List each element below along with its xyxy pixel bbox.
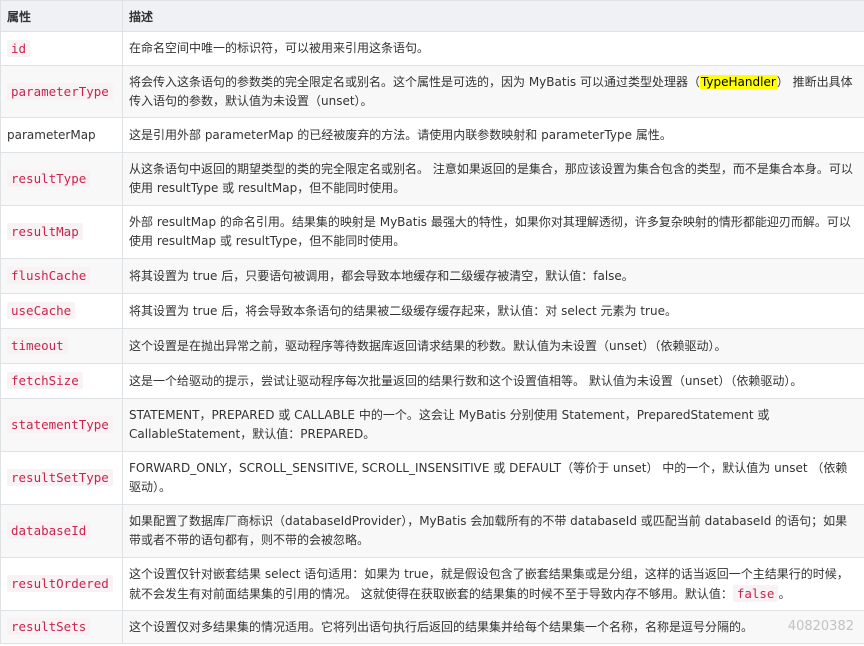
attr-description: 将其设置为 true 后，将会导致本条语句的结果被二级缓存缓存起来，默认值：对 … xyxy=(129,303,677,318)
attr-name: timeout xyxy=(7,337,68,354)
desc-cell: 在命名空间中唯一的标识符，可以被用来引用这条语句。 xyxy=(122,31,864,66)
desc-cell: 如果配置了数据库厂商标识（databaseIdProvider），MyBatis… xyxy=(122,504,864,558)
attr-name: parameterType xyxy=(7,82,113,100)
attr-description: FORWARD_ONLY，SCROLL_SENSITIVE, SCROLL_IN… xyxy=(129,461,848,494)
attr-name: parameterMap xyxy=(7,127,96,142)
table-row: resultType 从这条语句中返回的期望类型的类的完全限定名或别名。 注意如… xyxy=(0,152,864,206)
attr-cell: resultOrdered xyxy=(0,557,123,611)
attr-cell: useCache xyxy=(0,293,123,329)
attr-description: 这是引用外部 parameterMap 的已经被废弃的方法。请使用内联参数映射和… xyxy=(129,127,672,142)
desc-cell: 这是引用外部 parameterMap 的已经被废弃的方法。请使用内联参数映射和… xyxy=(122,117,864,153)
attr-name: statementType xyxy=(7,416,113,433)
attr-cell: resultSets xyxy=(0,610,123,644)
table-row: resultMap 外部 resultMap 的命名引用。结果集的映射是 MyB… xyxy=(0,205,864,259)
desc-cell: 这个设置是在抛出异常之前，驱动程序等待数据库返回请求结果的秒数。默认值为未设置（… xyxy=(122,328,864,364)
inline-code-value: false xyxy=(732,584,779,602)
attr-cell: resultSetType xyxy=(0,451,123,505)
attr-cell: flushCache xyxy=(0,258,123,294)
table-row: fetchSize 这是一个给驱动的提示，尝试让驱动程序每次批量返回的结果行数和… xyxy=(0,363,864,399)
attr-name: resultOrdered xyxy=(7,575,113,592)
attr-name: flushCache xyxy=(7,267,91,284)
attr-description: 这个设置是在抛出异常之前，驱动程序等待数据库返回请求结果的秒数。默认值为未设置（… xyxy=(129,338,727,353)
table-row: parameterMap 这是引用外部 parameterMap 的已经被废弃的… xyxy=(0,117,864,153)
table-row: resultSetType FORWARD_ONLY，SCROLL_SENSIT… xyxy=(0,451,864,505)
attr-description: 将会传入这条语句的参数类的完全限定名或别名。这个属性是可选的，因为 MyBati… xyxy=(129,74,853,108)
attr-cell: databaseId xyxy=(0,504,123,558)
desc-cell: 从这条语句中返回的期望类型的类的完全限定名或别名。 注意如果返回的是集合，那应该… xyxy=(122,152,864,206)
attr-name: resultMap xyxy=(7,223,83,240)
desc-text-post: 。 xyxy=(778,586,791,601)
table-row: useCache 将其设置为 true 后，将会导致本条语句的结果被二级缓存缓存… xyxy=(0,293,864,329)
attr-description: 这是一个给驱动的提示，尝试让驱动程序每次批量返回的结果行数和这个设置值相等。 默… xyxy=(129,373,803,388)
attr-description: 如果配置了数据库厂商标识（databaseIdProvider），MyBatis… xyxy=(129,514,848,547)
attr-name: resultSets xyxy=(7,618,91,635)
desc-cell: STATEMENT，PREPARED 或 CALLABLE 中的一个。这会让 M… xyxy=(122,398,864,452)
attr-cell: id xyxy=(0,31,123,66)
attr-cell: resultMap xyxy=(0,205,123,259)
table-row: parameterType 将会传入这条语句的参数类的完全限定名或别名。这个属性… xyxy=(0,65,864,118)
desc-cell: 这个设置仅对多结果集的情况适用。它将列出语句执行后返回的结果集并给每个结果集一个… xyxy=(122,610,864,644)
table-row: flushCache 将其设置为 true 后，只要语句被调用，都会导致本地缓存… xyxy=(0,258,864,294)
desc-text-pre: 将会传入这条语句的参数类的完全限定名或别名。这个属性是可选的，因为 MyBati… xyxy=(129,74,700,89)
desc-cell: FORWARD_ONLY，SCROLL_SENSITIVE, SCROLL_IN… xyxy=(122,451,864,505)
attr-name: fetchSize xyxy=(7,372,83,389)
attr-description: 外部 resultMap 的命名引用。结果集的映射是 MyBatis 最强大的特… xyxy=(129,215,851,248)
attr-description: STATEMENT，PREPARED 或 CALLABLE 中的一个。这会让 M… xyxy=(129,408,770,441)
attr-description: 在命名空间中唯一的标识符，可以被用来引用这条语句。 xyxy=(129,41,430,55)
desc-cell: 将其设置为 true 后，将会导致本条语句的结果被二级缓存缓存起来，默认值：对 … xyxy=(122,293,864,329)
attr-cell: parameterMap xyxy=(0,117,123,153)
desc-cell: 这个设置仅针对嵌套结果 select 语句适用：如果为 true，就是假设包含了… xyxy=(122,557,864,611)
attr-cell: statementType xyxy=(0,398,123,452)
attr-description: 从这条语句中返回的期望类型的类的完全限定名或别名。 注意如果返回的是集合，那应该… xyxy=(129,162,853,195)
attr-description: 这个设置仅对多结果集的情况适用。它将列出语句执行后返回的结果集并给每个结果集一个… xyxy=(129,619,754,634)
table-row: resultSets 这个设置仅对多结果集的情况适用。它将列出语句执行后返回的结… xyxy=(0,610,864,644)
desc-cell: 这是一个给驱动的提示，尝试让驱动程序每次批量返回的结果行数和这个设置值相等。 默… xyxy=(122,363,864,399)
attr-description: 这个设置仅针对嵌套结果 select 语句适用：如果为 true，就是假设包含了… xyxy=(129,567,849,602)
attr-description: 将其设置为 true 后，只要语句被调用，都会导致本地缓存和二级缓存被清空，默认… xyxy=(129,268,634,283)
header-attribute: 属性 xyxy=(0,0,123,32)
table-row: id 在命名空间中唯一的标识符，可以被用来引用这条语句。 xyxy=(0,31,864,66)
attr-name: resultSetType xyxy=(7,469,113,486)
attr-name: useCache xyxy=(7,302,76,319)
header-description: 描述 xyxy=(122,0,864,32)
attribute-table: 属性 描述 id 在命名空间中唯一的标识符，可以被用来引用这条语句。 param… xyxy=(0,0,864,644)
attr-cell: resultType xyxy=(0,152,123,206)
desc-cell: 将会传入这条语句的参数类的完全限定名或别名。这个属性是可选的，因为 MyBati… xyxy=(122,65,864,118)
table-row: databaseId 如果配置了数据库厂商标识（databaseIdProvid… xyxy=(0,504,864,558)
attr-cell: parameterType xyxy=(0,65,123,118)
table-row: timeout 这个设置是在抛出异常之前，驱动程序等待数据库返回请求结果的秒数。… xyxy=(0,328,864,364)
table-row: statementType STATEMENT，PREPARED 或 CALLA… xyxy=(0,398,864,452)
attr-name: databaseId xyxy=(7,522,91,539)
attr-cell: timeout xyxy=(0,328,123,364)
attr-name: resultType xyxy=(7,170,91,187)
desc-cell: 外部 resultMap 的命名引用。结果集的映射是 MyBatis 最强大的特… xyxy=(122,205,864,259)
desc-cell: 将其设置为 true 后，只要语句被调用，都会导致本地缓存和二级缓存被清空，默认… xyxy=(122,258,864,294)
table-row: resultOrdered 这个设置仅针对嵌套结果 select 语句适用：如果… xyxy=(0,557,864,611)
table-header-row: 属性 描述 xyxy=(0,0,864,32)
attr-cell: fetchSize xyxy=(0,363,123,399)
highlighted-term: TypeHandler xyxy=(699,74,777,89)
attr-name: id xyxy=(7,39,31,57)
